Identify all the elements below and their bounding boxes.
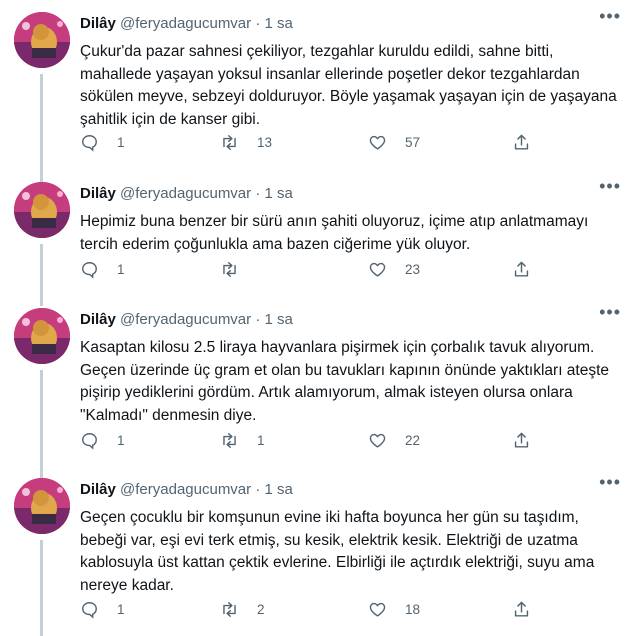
display-name[interactable]: Dilây <box>80 185 116 202</box>
user-handle[interactable]: @feryadagucumvar <box>120 15 251 32</box>
like-count: 57 <box>405 135 421 150</box>
retweet-count: 13 <box>257 135 273 150</box>
like-count: 18 <box>405 602 421 617</box>
reply-button[interactable]: 1 <box>80 431 125 450</box>
separator-dot: · <box>255 481 261 498</box>
share-icon <box>514 134 529 150</box>
reply-count: 1 <box>117 135 125 150</box>
tweet-actions: 1 1 22 <box>80 431 550 455</box>
tweet-header: Dilây @feryadagucumvar · 1 sa <box>80 311 625 333</box>
thread-line <box>40 370 43 478</box>
tweet-actions: 1 2 18 <box>80 600 550 624</box>
reply-count: 1 <box>117 433 125 448</box>
separator-dot: · <box>255 311 261 328</box>
tweet-actions: 1 23 <box>80 260 550 284</box>
more-icon[interactable]: ••• <box>599 6 621 27</box>
thread-line <box>40 74 43 182</box>
like-button[interactable]: 57 <box>368 133 420 152</box>
retweet-icon <box>223 602 236 617</box>
share-button[interactable] <box>512 133 531 152</box>
tweet-header: Dilây @feryadagucumvar · 1 sa <box>80 185 625 207</box>
user-handle[interactable]: @feryadagucumvar <box>120 481 251 498</box>
retweet-button[interactable]: 1 <box>220 431 265 450</box>
user-handle[interactable]: @feryadagucumvar <box>120 185 251 202</box>
retweet-button[interactable]: 2 <box>220 600 265 619</box>
avatar[interactable] <box>14 12 70 68</box>
share-button[interactable] <box>512 260 531 279</box>
avatar[interactable] <box>14 182 70 238</box>
retweet-count: 1 <box>257 433 265 448</box>
separator-dot: · <box>255 185 261 202</box>
tweet-header: Dilây @feryadagucumvar · 1 sa <box>80 481 625 503</box>
reply-count: 1 <box>117 602 125 617</box>
like-button[interactable]: 18 <box>368 600 420 619</box>
more-icon[interactable]: ••• <box>599 302 621 323</box>
share-icon <box>514 432 529 448</box>
share-icon <box>514 261 529 277</box>
like-button[interactable]: 23 <box>368 260 420 279</box>
share-button[interactable] <box>512 431 531 450</box>
tweet-text: Kasaptan kilosu 2.5 liraya hayvanlara pi… <box>80 339 610 424</box>
reply-button[interactable]: 1 <box>80 133 125 152</box>
avatar-image <box>14 182 70 238</box>
timestamp[interactable]: 1 sa <box>265 15 293 32</box>
retweet-icon <box>223 262 236 277</box>
avatar-image <box>14 12 70 68</box>
share-button[interactable] <box>512 600 531 619</box>
avatar[interactable] <box>14 478 70 534</box>
reply-icon <box>82 135 97 152</box>
more-icon[interactable]: ••• <box>599 176 621 197</box>
display-name[interactable]: Dilây <box>80 15 116 32</box>
display-name[interactable]: Dilây <box>80 311 116 328</box>
display-name[interactable]: Dilây <box>80 481 116 498</box>
tweet-text: Geçen çocuklu bir komşunun evine iki haf… <box>80 509 595 594</box>
avatar[interactable] <box>14 308 70 364</box>
retweet-count: 2 <box>257 602 265 617</box>
timestamp[interactable]: 1 sa <box>265 311 293 328</box>
retweet-icon <box>223 433 236 448</box>
more-icon[interactable]: ••• <box>599 472 621 493</box>
retweet-icon <box>223 135 236 150</box>
tweet-text: Hepimiz buna benzer bir sürü anın şahiti… <box>80 213 589 253</box>
heart-icon <box>369 433 386 448</box>
reply-button[interactable]: 1 <box>80 600 125 619</box>
like-button[interactable]: 22 <box>368 431 420 450</box>
like-count: 23 <box>405 262 421 277</box>
separator-dot: · <box>255 15 261 32</box>
thread-line <box>40 540 43 636</box>
reply-icon <box>82 602 97 619</box>
avatar-image <box>14 478 70 534</box>
share-icon <box>514 601 529 617</box>
reply-count: 1 <box>117 262 125 277</box>
thread-line <box>40 244 43 306</box>
heart-icon <box>369 135 386 150</box>
tweet-text: Çukur'da pazar sahnesi çekiliyor, tezgah… <box>80 43 617 128</box>
like-count: 22 <box>405 433 421 448</box>
heart-icon <box>369 602 386 617</box>
timestamp[interactable]: 1 sa <box>265 185 293 202</box>
tweet-header: Dilây @feryadagucumvar · 1 sa <box>80 15 625 37</box>
retweet-button[interactable] <box>220 260 257 279</box>
reply-icon <box>82 262 97 279</box>
reply-icon <box>82 433 97 450</box>
avatar-image <box>14 308 70 364</box>
tweet-actions: 1 13 57 <box>80 133 550 157</box>
heart-icon <box>369 262 386 277</box>
timestamp[interactable]: 1 sa <box>265 481 293 498</box>
user-handle[interactable]: @feryadagucumvar <box>120 311 251 328</box>
retweet-button[interactable]: 13 <box>220 133 272 152</box>
reply-button[interactable]: 1 <box>80 260 125 279</box>
